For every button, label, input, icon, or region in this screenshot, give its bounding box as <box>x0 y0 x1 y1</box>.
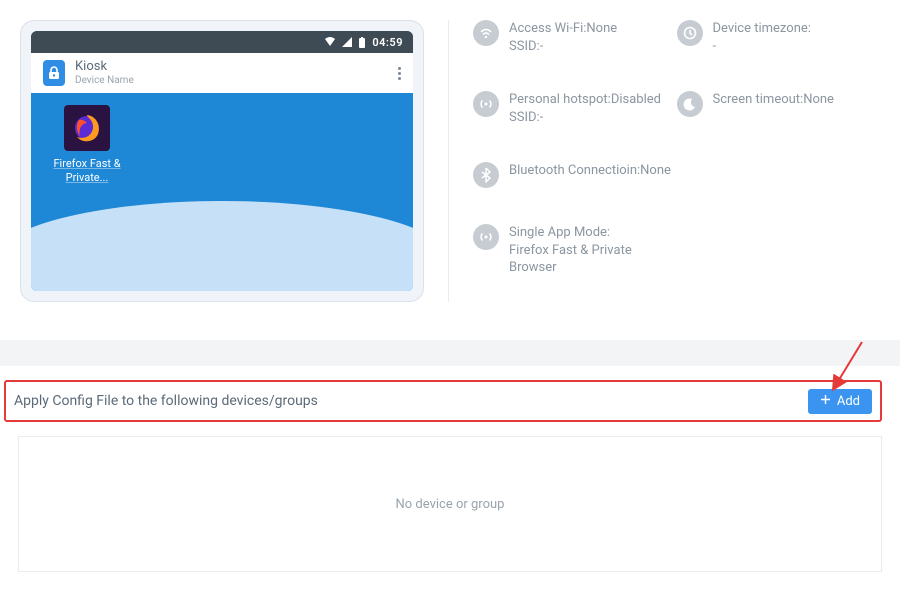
firefox-icon <box>64 105 110 151</box>
app-label: Firefox Fast & Private... <box>45 157 129 185</box>
signal-icon <box>342 37 352 47</box>
info-timezone-label: Device timezone: <box>713 21 811 36</box>
kiosk-subtitle: Device Name <box>75 75 134 86</box>
status-bar: 04:59 <box>31 31 413 53</box>
add-button[interactable]: Add <box>808 389 872 414</box>
battery-icon <box>358 37 366 48</box>
wave-decoration <box>31 201 413 291</box>
info-screen-timeout-label: Screen timeout:None <box>713 92 834 107</box>
wifi-icon <box>473 20 499 46</box>
info-timezone: Device timezone: - <box>677 20 881 55</box>
info-bluetooth: Bluetooth Connectioin:None <box>473 162 677 188</box>
add-button-label: Add <box>837 394 860 409</box>
device-preview-frame: 04:59 Kiosk Device Name <box>20 20 424 302</box>
kiosk-body: Firefox Fast & Private... <box>31 93 413 291</box>
lock-icon <box>43 60 65 86</box>
apply-config-label: Apply Config File to the following devic… <box>14 393 318 409</box>
empty-text: No device or group <box>396 497 505 512</box>
info-hotspot-sub: SSID:- <box>509 109 661 127</box>
plus-icon <box>820 394 831 409</box>
clock-icon <box>677 20 703 46</box>
kiosk-title-block: Kiosk Device Name <box>75 60 134 85</box>
apply-config-header: Apply Config File to the following devic… <box>4 380 882 422</box>
device-group-list-empty: No device or group <box>18 436 882 572</box>
info-hotspot: Personal hotspot:Disabled SSID:- <box>473 91 677 126</box>
info-wifi: Access Wi-Fi:None SSID:- <box>473 20 677 55</box>
info-single-app-sub: Firefox Fast & Private Browser <box>509 242 677 277</box>
info-hotspot-label: Personal hotspot:Disabled <box>509 92 661 107</box>
bluetooth-icon <box>473 162 499 188</box>
kiosk-header: Kiosk Device Name <box>31 53 413 93</box>
kiosk-title: Kiosk <box>75 60 134 74</box>
settings-summary: Access Wi-Fi:None SSID:- Device timezone… <box>448 20 880 302</box>
hotspot-icon <box>473 91 499 117</box>
info-timezone-sub: - <box>713 38 811 56</box>
info-single-app: Single App Mode: Firefox Fast & Private … <box>473 224 677 277</box>
info-wifi-sub: SSID:- <box>509 38 617 56</box>
info-screen-timeout: Screen timeout:None <box>677 91 881 126</box>
app-tile-firefox[interactable]: Firefox Fast & Private... <box>45 105 129 185</box>
info-wifi-label: Access Wi-Fi:None <box>509 21 617 36</box>
moon-icon <box>677 91 703 117</box>
section-divider <box>0 340 900 366</box>
wifi-icon <box>324 37 336 47</box>
info-bluetooth-label: Bluetooth Connectioin:None <box>509 163 671 178</box>
device-preview-screen: 04:59 Kiosk Device Name <box>31 31 413 291</box>
kebab-menu-icon[interactable] <box>398 65 401 82</box>
status-time: 04:59 <box>372 36 403 49</box>
broadcast-icon <box>473 224 499 250</box>
info-single-app-label: Single App Mode: <box>509 225 610 240</box>
